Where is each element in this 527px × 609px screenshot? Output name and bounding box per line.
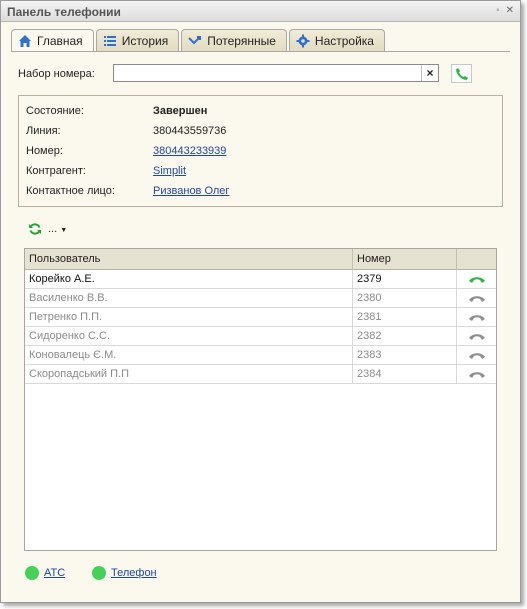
ats-link[interactable]: АТС (44, 567, 65, 579)
phone-status-indicator (92, 566, 106, 580)
close-icon[interactable]: ✕ (506, 6, 514, 16)
dial-number-input[interactable] (113, 64, 439, 82)
cell-number: 2384 (353, 365, 457, 384)
refresh-icon[interactable] (28, 222, 42, 236)
home-icon (19, 35, 31, 47)
tab-missed[interactable]: Потерянные (181, 29, 287, 51)
grid-toolbar: ... ▼ (28, 222, 67, 236)
contact-link[interactable]: Ризванов Олег (153, 185, 229, 197)
line-value: 380443559736 (153, 125, 227, 137)
header-number[interactable]: Номер (353, 249, 457, 270)
phone-icon (455, 67, 468, 80)
table-row[interactable]: Сидоренко С.С. 2382 (25, 327, 496, 346)
tab-bar: Главная История Потерянные Настройка (11, 29, 387, 52)
tab-settings[interactable]: Настройка (288, 29, 385, 51)
titlebar: Панель телефонии ◦ ✕ (1, 1, 520, 22)
header-user[interactable]: Пользователь (25, 249, 353, 270)
contractor-label: Контрагент: (26, 165, 86, 177)
call-user-button[interactable] (457, 270, 496, 289)
list-icon (103, 35, 116, 46)
cell-number: 2382 (353, 327, 457, 346)
cell-user: Коновалець Є.М. (25, 346, 353, 365)
users-table: Пользователь Номер Корейко А.Е. 2379 Васил… (24, 248, 497, 551)
more-actions-label: ... (48, 223, 58, 235)
cell-number: 2381 (353, 308, 457, 327)
clear-dial-button[interactable]: × (421, 65, 438, 81)
contractor-link[interactable]: Simplit (153, 165, 186, 177)
tab-main[interactable]: Главная (11, 29, 94, 52)
missed-call-icon (188, 35, 202, 44)
call-user-button[interactable] (457, 308, 496, 327)
table-row[interactable]: Корейко А.Е. 2379 (25, 270, 496, 289)
header-call (457, 249, 496, 270)
cell-user: Корейко А.Е. (25, 270, 353, 289)
call-user-button[interactable] (457, 365, 496, 384)
window-title: Панель телефонии (7, 5, 121, 19)
cell-number: 2383 (353, 346, 457, 365)
call-user-button[interactable] (457, 289, 496, 308)
call-user-button[interactable] (457, 346, 496, 365)
dial-label: Набор номера: (18, 68, 95, 80)
cell-user: Василенко В.В. (25, 289, 353, 308)
more-actions-button[interactable]: ... ▼ (48, 223, 67, 235)
table-row[interactable]: Коновалець Є.М. 2383 (25, 346, 496, 365)
state-value: Завершен (153, 105, 208, 117)
gear-icon (296, 34, 310, 47)
cell-user: Скоропадський П.П (25, 365, 353, 384)
cell-user: Сидоренко С.С. (25, 327, 353, 346)
handset-icon (468, 333, 485, 340)
contact-label: Контактное лицо: (26, 185, 115, 197)
table-row[interactable]: Петренко П.П. 2381 (25, 308, 496, 327)
call-user-button[interactable] (457, 327, 496, 346)
handset-icon (468, 352, 485, 359)
cell-number: 2380 (353, 289, 457, 308)
cell-number: 2379 (353, 270, 457, 289)
telephony-panel-window: Панель телефонии ◦ ✕ Главная История Пот… (0, 0, 521, 603)
call-button[interactable] (451, 64, 472, 83)
number-label: Номер: (26, 145, 63, 157)
call-info-panel: Состояние: Завершен Линия: 380443559736 … (18, 95, 503, 207)
handset-icon (468, 314, 485, 321)
tab-main-label: Главная (37, 34, 83, 48)
handset-icon (468, 276, 485, 283)
cell-user: Петренко П.П. (25, 308, 353, 327)
handset-icon (468, 295, 485, 302)
state-label: Состояние: (26, 105, 84, 117)
tab-history-label: История (121, 33, 169, 48)
table-header: Пользователь Номер (25, 249, 496, 270)
phone-link[interactable]: Телефон (111, 567, 157, 579)
tab-divider (11, 51, 510, 52)
chevron-down-icon: ▼ (60, 227, 68, 234)
table-row[interactable]: Скоропадський П.П 2384 (25, 365, 496, 384)
tab-history[interactable]: История (95, 29, 180, 51)
tab-missed-label: Потерянные (207, 33, 276, 48)
handset-icon (468, 371, 485, 378)
status-phone: Телефон (92, 566, 157, 580)
pin-icon[interactable]: ◦ (496, 6, 500, 16)
line-label: Линия: (26, 125, 61, 137)
status-ats: АТС (25, 566, 65, 580)
ats-status-indicator (25, 566, 39, 580)
number-link[interactable]: 380443233939 (153, 145, 226, 157)
table-row[interactable]: Василенко В.В. 2380 (25, 289, 496, 308)
tab-settings-label: Настройка (314, 33, 374, 48)
